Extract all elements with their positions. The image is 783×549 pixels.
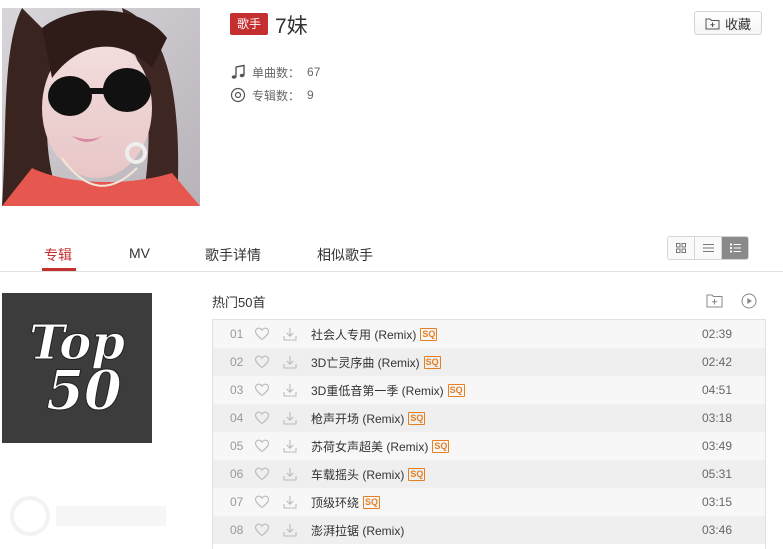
song-index: 06 [230, 467, 244, 481]
heart-icon[interactable] [254, 410, 270, 426]
sq-badge: SQ [408, 467, 426, 481]
album-count-label: 专辑数： [252, 88, 301, 103]
song-title-cell: 3D重低音第一季 (Remix) SQ [311, 382, 465, 399]
artist-badge: 歌手 [230, 13, 268, 35]
add-to-playlist-icon[interactable] [706, 293, 723, 308]
song-title-cell: 顶级环绕 SQ [311, 494, 381, 511]
download-icon[interactable] [282, 410, 298, 426]
song-title[interactable]: 社会人专用 (Remix) [311, 326, 416, 343]
song-table: 01 社会人专用 (Remix) SQ 02:39 02 3D亡灵序曲 (Remix) SQ… [212, 319, 766, 549]
download-icon[interactable] [282, 466, 298, 482]
download-icon[interactable] [282, 522, 298, 538]
song-duration: 03:49 [702, 439, 733, 453]
list-icon [702, 244, 714, 252]
favorite-button[interactable]: 收藏 [694, 11, 762, 35]
song-index: 08 [230, 523, 244, 537]
song-row[interactable]: 04 枪声开场 (Remix) SQ 03:18 [213, 404, 765, 432]
song-index: 02 [230, 355, 244, 369]
favorite-label: 收藏 [724, 16, 751, 32]
song-row[interactable]: 02 3D亡灵序曲 (Remix) SQ 02:42 [213, 348, 765, 376]
heart-icon[interactable] [254, 466, 270, 482]
artist-name: 7妹 [275, 15, 308, 38]
heart-icon[interactable] [254, 382, 270, 398]
song-duration: 02:42 [702, 355, 733, 369]
song-index: 05 [230, 439, 244, 453]
song-duration: 03:15 [702, 495, 733, 509]
song-title[interactable]: 澎湃拉锯 (Remix) [311, 522, 404, 539]
song-count-value: 67 [307, 65, 321, 79]
download-icon[interactable] [282, 326, 298, 342]
song-row[interactable]: 07 顶级环绕 SQ 03:15 [213, 488, 765, 516]
list-view-button[interactable] [695, 237, 722, 259]
album-cover[interactable]: Top 50 [2, 293, 152, 443]
song-index: 07 [230, 495, 244, 509]
song-duration: 02:39 [702, 327, 733, 341]
download-icon[interactable] [282, 354, 298, 370]
song-index: 04 [230, 411, 244, 425]
music-note-icon [231, 64, 245, 79]
song-row[interactable]: 08 澎湃拉锯 (Remix) 03:46 [213, 516, 765, 544]
heart-icon[interactable] [254, 354, 270, 370]
song-title[interactable]: 苏荷女声超美 (Remix) [311, 438, 428, 455]
cover-text-50: 50 [46, 358, 121, 422]
sq-badge: SQ [447, 383, 465, 397]
sq-badge: SQ [423, 355, 441, 369]
album-count: 专辑数： 9 [230, 86, 314, 104]
view-mode-toggle [667, 236, 749, 260]
sq-badge: SQ [420, 327, 438, 341]
song-title-cell: 车载摇头 (Remix) SQ [311, 466, 426, 483]
sq-badge: SQ [408, 411, 426, 425]
song-title-cell: 苏荷女声超美 (Remix) SQ [311, 438, 450, 455]
heart-icon[interactable] [254, 494, 270, 510]
song-count-label: 单曲数： [252, 65, 301, 80]
download-icon[interactable] [282, 494, 298, 510]
tab-artist-details[interactable]: 歌手详情 [205, 245, 261, 265]
watermark-logo [10, 496, 166, 536]
song-duration: 03:46 [702, 523, 733, 537]
song-duration: 04:51 [702, 383, 733, 397]
song-duration: 03:18 [702, 411, 733, 425]
sq-badge: SQ [363, 495, 381, 509]
song-title-cell: 社会人专用 (Remix) SQ [311, 326, 438, 343]
song-duration: 05:31 [702, 467, 733, 481]
song-title-cell: 澎湃拉锯 (Remix) [311, 522, 404, 539]
grid-icon [676, 243, 686, 253]
tab-divider [0, 271, 783, 272]
song-index: 03 [230, 383, 244, 397]
song-row[interactable]: 01 社会人专用 (Remix) SQ 02:39 [213, 320, 765, 348]
detail-list-icon [729, 243, 741, 253]
list-title: 热门50首 [212, 295, 266, 310]
song-row[interactable]: 03 3D重低音第一季 (Remix) SQ 04:51 [213, 376, 765, 404]
tab-albums[interactable]: 专辑 [44, 245, 72, 265]
detail-view-button[interactable] [722, 237, 748, 259]
grid-view-button[interactable] [668, 237, 695, 259]
play-all-icon[interactable] [741, 293, 757, 309]
song-title[interactable]: 3D亡灵序曲 (Remix) [311, 354, 420, 371]
sq-badge: SQ [432, 439, 450, 453]
song-title[interactable]: 车载摇头 (Remix) [311, 466, 404, 483]
heart-icon[interactable] [254, 438, 270, 454]
song-title[interactable]: 枪声开场 (Remix) [311, 410, 404, 427]
song-count: 单曲数： 67 [230, 63, 320, 81]
heart-icon[interactable] [254, 326, 270, 342]
album-count-value: 9 [307, 88, 314, 102]
song-row[interactable]: 06 车载摇头 (Remix) SQ 05:31 [213, 460, 765, 488]
artist-photo [2, 8, 200, 206]
song-title-cell: 3D亡灵序曲 (Remix) SQ [311, 354, 441, 371]
disc-icon [230, 87, 246, 103]
song-title-cell: 枪声开场 (Remix) SQ [311, 410, 426, 427]
heart-icon[interactable] [254, 522, 270, 538]
folder-add-icon [705, 18, 720, 29]
song-title[interactable]: 顶级环绕 [311, 494, 359, 511]
song-title[interactable]: 3D重低音第一季 (Remix) [311, 382, 444, 399]
tab-similar-artists[interactable]: 相似歌手 [317, 245, 373, 265]
song-row[interactable]: 05 苏荷女声超美 (Remix) SQ 03:49 [213, 432, 765, 460]
download-icon[interactable] [282, 438, 298, 454]
song-index: 01 [230, 327, 244, 341]
tab-mv[interactable]: MV [129, 245, 150, 265]
download-icon[interactable] [282, 382, 298, 398]
